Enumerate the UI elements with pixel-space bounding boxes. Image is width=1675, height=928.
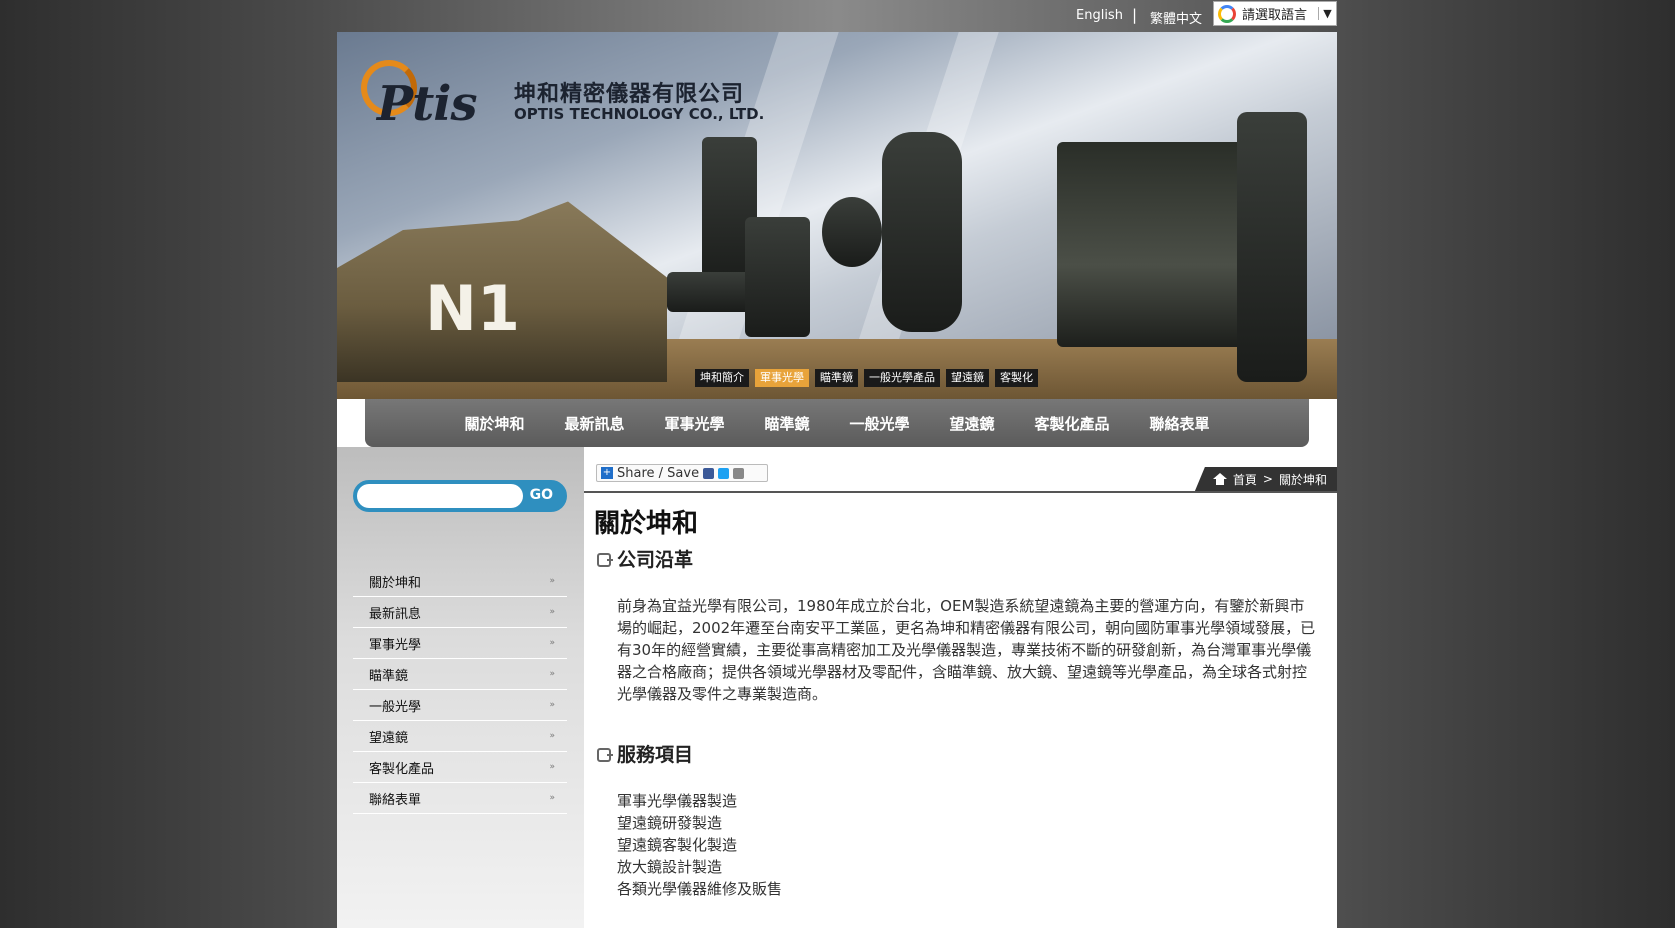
double-chevron-icon: » (549, 762, 555, 772)
language-chinese-link[interactable]: 繁體中文 (1150, 8, 1202, 27)
nav-item-about[interactable]: 關於坤和 (444, 413, 544, 434)
page-wrapper: N1 Ptis 坤和精密儀器有限公司 OPTIS TECHNOLOGY CO.,… (337, 32, 1337, 928)
google-icon (1218, 4, 1236, 23)
sidebar-item-about[interactable]: 關於坤和 » (353, 566, 567, 597)
tank-marking: N1 (425, 272, 521, 345)
search-box: GO (353, 480, 567, 512)
double-chevron-icon: » (549, 669, 555, 679)
double-chevron-icon: » (549, 638, 555, 648)
share-arrow-icon[interactable] (733, 467, 745, 479)
sidebar-item-label: 最新訊息 (369, 606, 422, 622)
breadcrumb-separator: > (1262, 472, 1273, 486)
service-item: 放大鏡設計製造 (617, 858, 723, 876)
translate-label: 請選取語言 (1242, 8, 1308, 23)
banner-sub-nav: 坤和簡介 軍事光學 瞄準鏡 一般光學產品 望遠鏡 客製化 (695, 369, 1038, 387)
breadcrumb-current: 關於坤和 (1278, 472, 1327, 487)
nav-item-contact-form[interactable]: 聯絡表單 (1130, 413, 1230, 434)
double-chevron-icon: » (549, 731, 555, 741)
sidebar-item-label: 關於坤和 (369, 575, 422, 591)
sidebar-item-label: 一般光學 (369, 699, 422, 715)
nav-item-custom-products[interactable]: 客製化產品 (1015, 413, 1130, 434)
company-history-text: 前身為宜益光學有限公司，1980年成立於台北，OEM製造系統望遠鏡為主要的營運方… (617, 597, 1316, 703)
main-nav: 關於坤和 最新訊息 軍事光學 瞄準鏡 一般光學 望遠鏡 客製化產品 聯絡表單 (365, 399, 1309, 447)
optical-device-image (1057, 142, 1257, 347)
dropdown-arrow-icon: ▼ (1318, 7, 1336, 20)
sidebar-item-label: 瞄準鏡 (369, 668, 409, 684)
breadcrumb: 首頁 > 關於坤和 (1194, 467, 1337, 491)
breadcrumb-home[interactable]: 首頁 (1233, 471, 1257, 488)
plus-icon: + (601, 467, 613, 479)
sidebar-item-custom-products[interactable]: 客製化產品 » (353, 752, 567, 783)
nav-item-scopes[interactable]: 瞄準鏡 (744, 413, 829, 434)
sidebar-item-label: 軍事光學 (369, 637, 422, 653)
share-save-button[interactable]: + Share / Save (596, 464, 768, 482)
section-bullet-icon (597, 553, 613, 567)
twitter-icon[interactable] (718, 467, 730, 479)
search-go-button[interactable]: GO (530, 487, 553, 503)
banner-link-custom[interactable]: 客製化 (995, 369, 1038, 387)
content-divider (584, 491, 1337, 493)
language-english-link[interactable]: English (1076, 8, 1123, 23)
section-title-services: 服務項目 (617, 744, 694, 766)
double-chevron-icon: » (549, 576, 555, 586)
company-name-zh: 坤和精密儀器有限公司 (514, 82, 745, 107)
share-label: Share / Save (617, 465, 700, 481)
double-chevron-icon: » (549, 607, 555, 617)
facebook-icon[interactable] (703, 467, 715, 479)
sidebar-item-scopes[interactable]: 瞄準鏡 » (353, 659, 567, 690)
page-title: 關於坤和 (594, 509, 699, 539)
section-bullet-icon (597, 748, 613, 762)
double-chevron-icon: » (549, 700, 555, 710)
sidebar-item-telescopes[interactable]: 望遠鏡 » (353, 721, 567, 752)
sidebar-item-label: 望遠鏡 (369, 730, 409, 746)
header-banner: N1 Ptis 坤和精密儀器有限公司 OPTIS TECHNOLOGY CO.,… (337, 32, 1337, 399)
top-bar: English | 繁體中文 請選取語言 ▼ (0, 0, 1675, 32)
sidebar-menu: 關於坤和 » 最新訊息 » 軍事光學 » 瞄準鏡 » 一般光學 » 望遠鏡 » 客製化產品 »… (353, 566, 567, 814)
sidebar-item-news[interactable]: 最新訊息 » (353, 597, 567, 628)
nav-item-news[interactable]: 最新訊息 (544, 413, 644, 434)
main-content: + Share / Save 首頁 > 關於坤和 關於坤和 公司沿革 前身為宜益… (584, 447, 1337, 928)
banner-link-military-optics[interactable]: 軍事光學 (755, 369, 809, 387)
banner-link-telescopes[interactable]: 望遠鏡 (946, 369, 989, 387)
banner-link-general-optics[interactable]: 一般光學產品 (864, 369, 940, 387)
sidebar: GO 關於坤和 » 最新訊息 » 軍事光學 » 瞄準鏡 » 一般光學 » 望遠鏡 » 客製化… (337, 447, 584, 928)
sidebar-item-contact-form[interactable]: 聯絡表單 » (353, 783, 567, 814)
service-item: 望遠鏡研發製造 (617, 814, 723, 832)
optical-device-image (882, 132, 962, 332)
services-list: 軍事光學儀器製造 望遠鏡研發製造 望遠鏡客製化製造 放大鏡設計製造 各類光學儀器… (617, 790, 782, 900)
optical-device-image (822, 197, 882, 267)
banner-link-scopes[interactable]: 瞄準鏡 (815, 369, 858, 387)
banner-link-about[interactable]: 坤和簡介 (695, 369, 749, 387)
section-title-history: 公司沿革 (617, 549, 694, 571)
company-logo-text: Ptis (377, 76, 478, 132)
double-chevron-icon: » (549, 793, 555, 803)
optical-device-image (1237, 112, 1307, 382)
sidebar-item-military-optics[interactable]: 軍事光學 » (353, 628, 567, 659)
optical-device-image (745, 217, 810, 337)
nav-item-general-optics[interactable]: 一般光學 (830, 413, 930, 434)
google-translate-select[interactable]: 請選取語言 ▼ (1213, 1, 1337, 26)
language-separator: | (1132, 6, 1138, 24)
home-icon[interactable] (1212, 473, 1227, 485)
company-name-en: OPTIS TECHNOLOGY CO., LTD. (514, 105, 765, 123)
search-input[interactable] (357, 484, 523, 508)
service-item: 各類光學儀器維修及販售 (617, 880, 783, 898)
nav-item-telescopes[interactable]: 望遠鏡 (930, 413, 1015, 434)
sidebar-item-label: 客製化產品 (369, 761, 435, 777)
nav-item-military-optics[interactable]: 軍事光學 (644, 413, 744, 434)
sidebar-item-label: 聯絡表單 (369, 792, 422, 808)
service-item: 軍事光學儀器製造 (617, 792, 738, 810)
sidebar-item-general-optics[interactable]: 一般光學 » (353, 690, 567, 721)
service-item: 望遠鏡客製化製造 (617, 836, 738, 854)
